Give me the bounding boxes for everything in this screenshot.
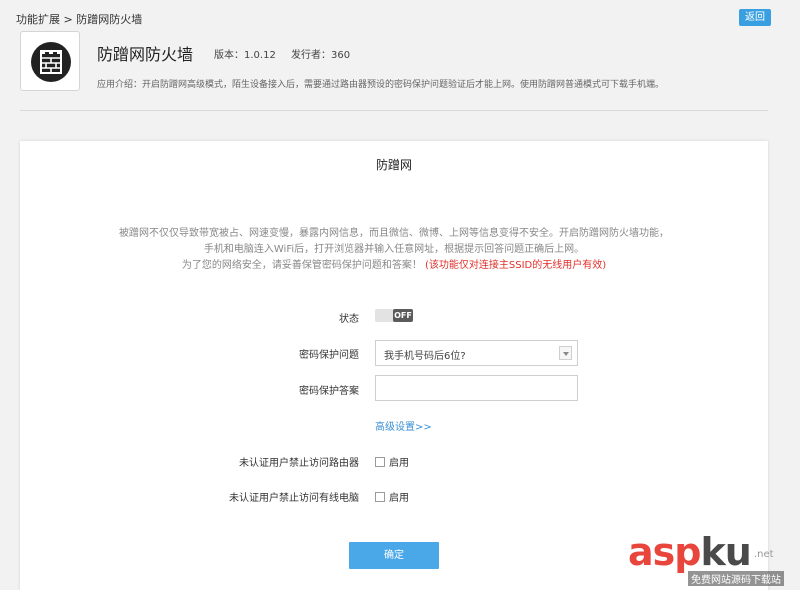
watermark-brand: aspku <box>628 530 752 574</box>
answer-input[interactable] <box>375 375 578 401</box>
block-router-checkbox[interactable] <box>375 457 385 467</box>
app-description: 应用介绍：开启防蹭网高级模式，陌生设备接入后，需要通过路由器预设的密码保护问题验… <box>97 80 665 90</box>
watermark-suffix: .net <box>754 549 774 560</box>
block-wired-option-label: 启用 <box>389 493 409 504</box>
breadcrumb: 功能扩展 > 防蹭网防火墙 <box>16 13 143 26</box>
confirm-button[interactable]: 确定 <box>349 542 439 569</box>
version-text: 版本：1.0.12 <box>214 50 276 61</box>
status-label: 状态 <box>339 314 359 325</box>
watermark-brand-a: asp <box>628 530 701 574</box>
question-select[interactable]: 我手机号码后6位? <box>375 340 578 366</box>
block-router-option[interactable]: 启用 <box>375 454 409 469</box>
question-label: 密码保护问题 <box>299 350 359 361</box>
intro-line-3: 为了您的网络安全，请妥善保管密码保护问题和答案！ (该功能仅对连接主SSID的无… <box>20 258 768 274</box>
app-icon <box>20 31 80 91</box>
panel-title: 防蹭网 <box>375 158 412 172</box>
intro-line-3-text: 为了您的网络安全，请妥善保管密码保护问题和答案！ <box>181 260 422 271</box>
app-meta: 版本：1.0.12 发行者：360 <box>214 46 362 61</box>
intro-line-2: 手机和电脑连入WiFi后，打开浏览器并输入任意网址，根据提示回答问题正确后上网。 <box>203 244 585 255</box>
block-router-label: 未认证用户禁止访问路由器 <box>239 458 359 469</box>
watermark-logo: aspku .net 免费网站源码下载站 <box>628 530 800 590</box>
block-wired-option[interactable]: 启用 <box>375 489 409 504</box>
watermark-subtitle: 免费网站源码下载站 <box>688 571 784 586</box>
block-wired-label: 未认证用户禁止访问有线电脑 <box>229 493 359 504</box>
answer-label: 密码保护答案 <box>299 386 359 397</box>
status-toggle[interactable]: OFF <box>375 309 413 322</box>
question-select-value: 我手机号码后6位? <box>384 351 466 362</box>
divider <box>20 110 768 111</box>
intro-warning: (该功能仅对连接主SSID的无线用户有效) <box>425 260 607 271</box>
publisher-text: 发行者：360 <box>291 50 351 61</box>
chevron-down-icon <box>559 346 572 360</box>
advanced-settings-link[interactable]: 高级设置>> <box>375 418 432 433</box>
back-button[interactable]: 返回 <box>739 9 771 26</box>
intro-text: 被蹭网不仅仅导致带宽被占、网速变慢，暴露内网信息，而且微信、微博、上网等信息变得… <box>20 226 768 274</box>
intro-line-1: 被蹭网不仅仅导致带宽被占、网速变慢，暴露内网信息，而且微信、微博、上网等信息变得… <box>119 228 669 239</box>
settings-panel: 防蹭网 被蹭网不仅仅导致带宽被占、网速变慢，暴露内网信息，而且微信、微博、上网等… <box>20 141 768 590</box>
toggle-knob: OFF <box>393 309 413 322</box>
block-wired-checkbox[interactable] <box>375 492 385 502</box>
block-router-option-label: 启用 <box>389 458 409 469</box>
firewall-icon <box>31 42 71 82</box>
watermark-brand-b: ku <box>700 530 751 574</box>
app-title: 防蹭网防火墙 <box>97 45 194 64</box>
